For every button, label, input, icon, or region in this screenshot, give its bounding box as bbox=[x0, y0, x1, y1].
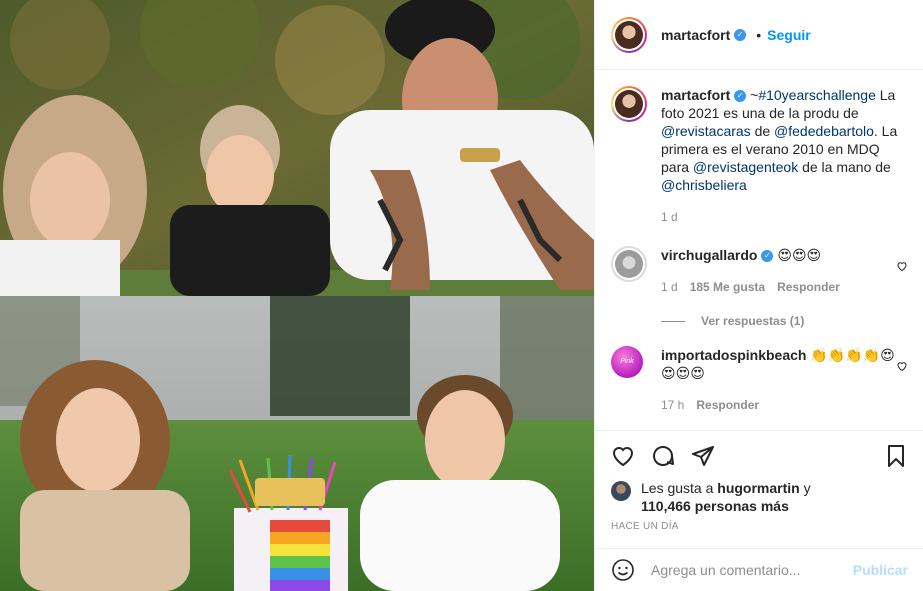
caption-text: de la mano de bbox=[798, 159, 891, 175]
commenter-username[interactable]: importadospinkbeach bbox=[661, 347, 806, 363]
comment-meta: 17 h Responder bbox=[661, 396, 908, 414]
like-comment-heart-icon[interactable] bbox=[896, 260, 908, 272]
caption-meta: 1 d bbox=[661, 208, 908, 226]
like-heart-icon[interactable] bbox=[611, 444, 635, 468]
author-avatar[interactable] bbox=[611, 16, 647, 53]
caption: martacfort ✓ ~#10yearschallenge La foto 2… bbox=[611, 86, 908, 226]
post-timestamp[interactable]: HACE UN DÍA bbox=[611, 521, 908, 532]
commenter-username[interactable]: virchugallardo bbox=[661, 247, 757, 263]
save-bookmark-icon[interactable] bbox=[884, 444, 908, 468]
comment-text: 😍😍😍 bbox=[777, 247, 822, 263]
comments-section[interactable]: martacfort ✓ ~#10yearschallenge La foto 2… bbox=[595, 70, 923, 430]
comment-item: virchugallardo ✓ 😍😍😍 1 d 185 Me gusta Res… bbox=[611, 246, 908, 296]
reply-button[interactable]: Responder bbox=[777, 278, 840, 296]
hashtag-link[interactable]: #10yearschallenge bbox=[758, 87, 876, 103]
mention-link[interactable]: @chrisbeliera bbox=[661, 177, 747, 193]
comment-meta: 1 d 185 Me gusta Responder bbox=[661, 278, 908, 296]
post-header: martacfort ✓ • Seguir bbox=[595, 0, 923, 70]
comment-time[interactable]: 1 d bbox=[661, 278, 678, 296]
liker-username[interactable]: hugormartin bbox=[717, 480, 799, 496]
author-username[interactable]: martacfort bbox=[661, 27, 730, 43]
caption-author[interactable]: martacfort bbox=[661, 87, 730, 103]
header-separator: • bbox=[756, 26, 762, 43]
comment-body: virchugallardo ✓ 😍😍😍 1 d 185 Me gusta Res… bbox=[661, 246, 908, 296]
comment-likes[interactable]: 185 Me gusta bbox=[690, 278, 765, 296]
share-paper-plane-icon[interactable] bbox=[691, 444, 715, 468]
commenter-avatar[interactable]: Pink Beach bbox=[611, 346, 643, 378]
likes-count[interactable]: 110,466 personas más bbox=[641, 498, 789, 514]
view-replies-button[interactable]: Ver respuestas (1) bbox=[661, 314, 908, 328]
action-icons bbox=[611, 441, 908, 471]
post-side-panel: martacfort ✓ • Seguir martacfort ✓ ~#10ye… bbox=[594, 0, 923, 591]
comment-body: importadospinkbeach 👏👏👏👏😍😍😍😍 17 h Respon… bbox=[661, 346, 908, 414]
view-replies-label: Ver respuestas (1) bbox=[701, 314, 805, 328]
mention-link[interactable]: @revistagenteok bbox=[693, 159, 798, 175]
caption-body: martacfort ✓ ~#10yearschallenge La foto 2… bbox=[661, 86, 908, 226]
caption-author-avatar[interactable] bbox=[611, 86, 647, 122]
comment-time[interactable]: 17 h bbox=[661, 396, 684, 414]
emoji-smiley-icon[interactable] bbox=[611, 558, 635, 582]
publish-button[interactable]: Publicar bbox=[853, 562, 908, 578]
add-comment-bar: Publicar bbox=[595, 548, 923, 591]
comment-input[interactable] bbox=[651, 562, 846, 578]
like-comment-heart-icon[interactable] bbox=[896, 360, 908, 372]
caption-time[interactable]: 1 d bbox=[661, 208, 678, 226]
reply-button[interactable]: Responder bbox=[696, 396, 759, 414]
post-photo[interactable] bbox=[0, 0, 594, 591]
verified-badge-icon: ✓ bbox=[734, 90, 747, 103]
likes-prefix: Les gusta a bbox=[641, 480, 718, 496]
likes-summary: Les gusta a hugormartin y 110,466 person… bbox=[611, 479, 908, 515]
verified-badge-icon: ✓ bbox=[761, 250, 774, 263]
post-actions: Les gusta a hugormartin y 110,466 person… bbox=[595, 430, 923, 548]
follow-button[interactable]: Seguir bbox=[767, 27, 811, 43]
liker-avatar[interactable] bbox=[611, 481, 631, 501]
likes-middle: y bbox=[799, 480, 811, 496]
mention-link[interactable]: @revistacaras bbox=[661, 123, 751, 139]
commenter-avatar[interactable] bbox=[611, 246, 647, 282]
photo-collage bbox=[0, 0, 594, 591]
caption-text: de bbox=[750, 123, 775, 139]
replies-line bbox=[661, 320, 685, 322]
verified-badge-icon: ✓ bbox=[734, 28, 747, 41]
comment-bubble-icon[interactable] bbox=[651, 444, 675, 468]
comment-item: Pink Beach importadospinkbeach 👏👏👏👏😍😍😍😍 … bbox=[611, 346, 908, 414]
mention-link[interactable]: @fededebartolo bbox=[774, 123, 874, 139]
